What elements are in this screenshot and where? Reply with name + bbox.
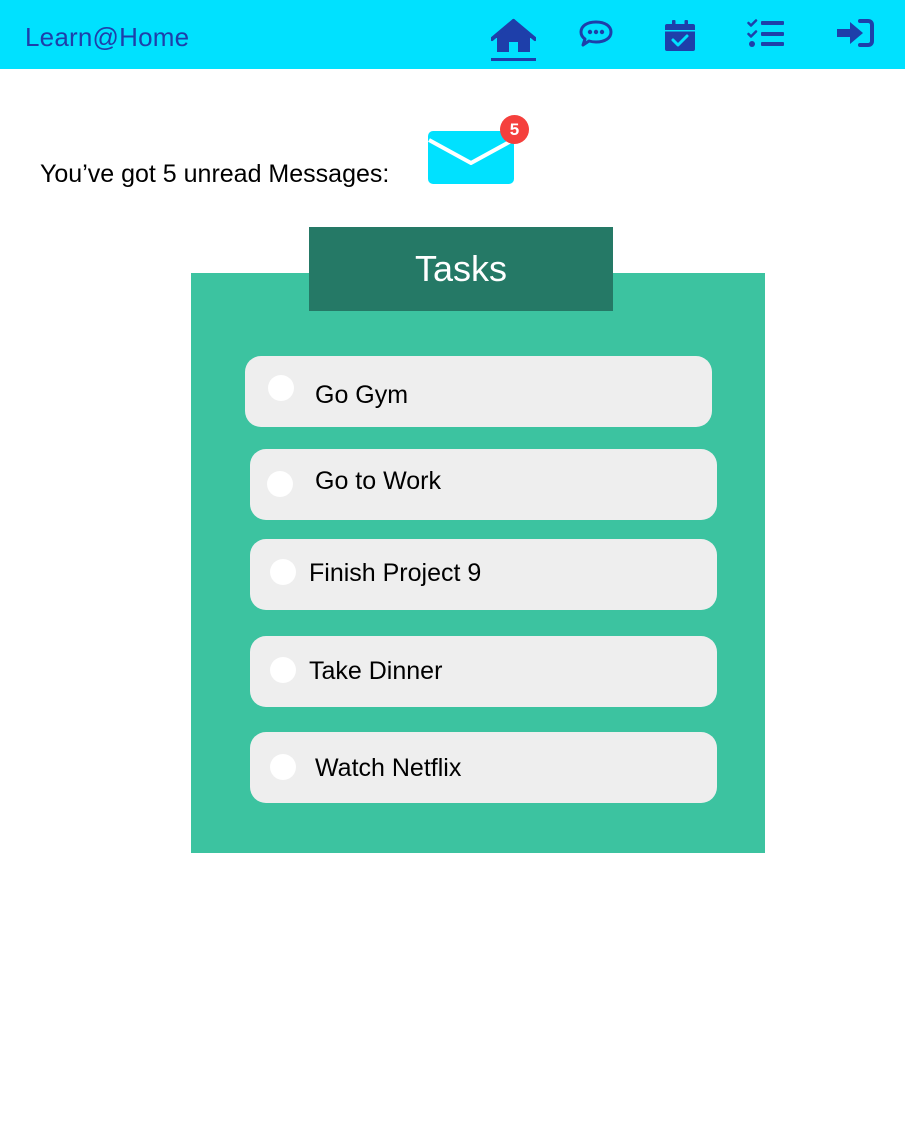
active-nav-indicator	[491, 58, 536, 61]
unread-count-badge: 5	[500, 115, 529, 144]
task-radio[interactable]	[270, 559, 296, 585]
calendar-check-icon[interactable]	[664, 18, 696, 58]
sign-in-icon[interactable]	[835, 18, 875, 58]
task-item[interactable]: Go to Work	[250, 449, 717, 520]
home-icon[interactable]	[491, 18, 536, 58]
top-navigation-bar: Learn@Home	[0, 0, 905, 69]
task-radio[interactable]	[270, 657, 296, 683]
task-item[interactable]: Watch Netflix	[250, 732, 717, 803]
task-item[interactable]: Take Dinner	[250, 636, 717, 707]
task-radio[interactable]	[268, 375, 294, 401]
tasks-header: Tasks	[309, 227, 613, 311]
task-label: Go to Work	[315, 467, 441, 495]
checklist-icon[interactable]	[747, 18, 785, 58]
chat-bubble-icon[interactable]	[578, 18, 614, 58]
task-label: Finish Project 9	[309, 559, 482, 587]
task-radio[interactable]	[270, 754, 296, 780]
task-label: Go Gym	[315, 381, 409, 409]
task-item[interactable]: Go Gym	[245, 356, 712, 427]
app-title[interactable]: Learn@Home	[25, 22, 189, 53]
task-item[interactable]: Finish Project 9	[250, 539, 717, 610]
task-label: Watch Netflix	[315, 754, 462, 782]
task-radio[interactable]	[267, 471, 293, 497]
task-label: Take Dinner	[309, 657, 443, 685]
unread-messages-text: You’ve got 5 unread Messages:	[40, 160, 390, 188]
